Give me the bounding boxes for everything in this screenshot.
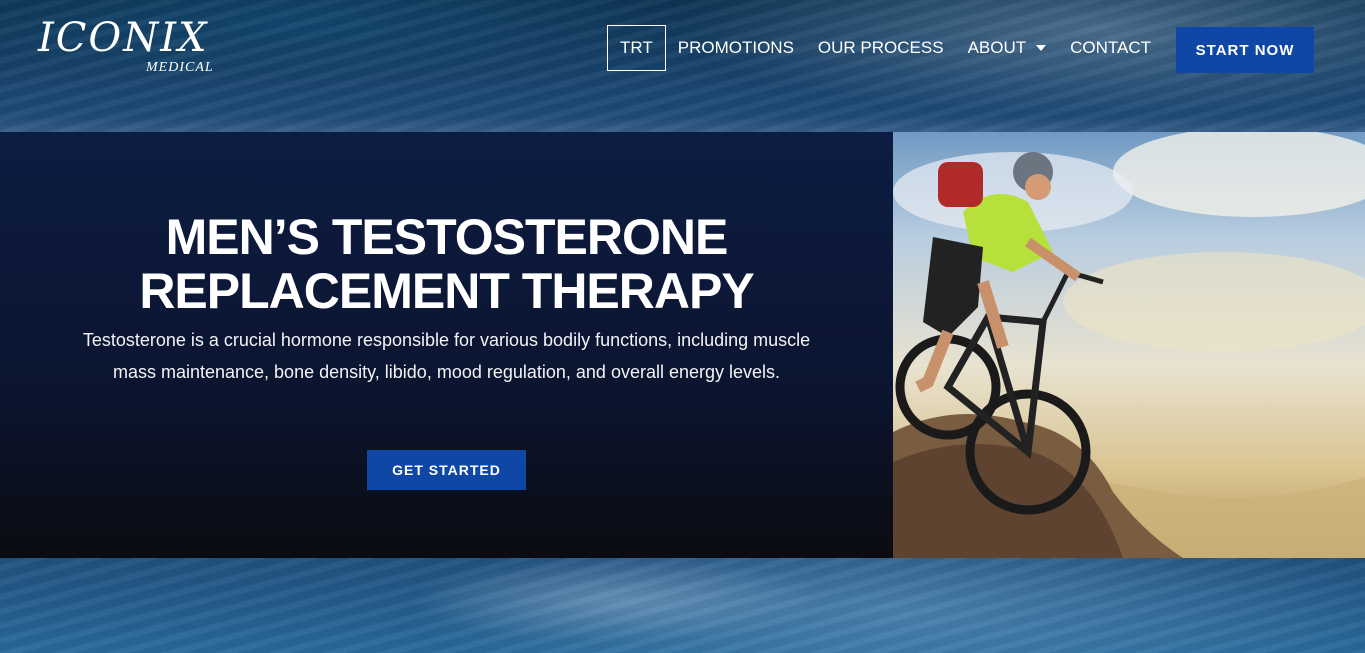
chevron-down-icon[interactable] — [1036, 45, 1047, 51]
logo[interactable]: ICONIX MEDICAL — [38, 15, 213, 75]
main-nav: TRT PROMOTIONS OUR PROCESS ABOUT CONTACT — [607, 25, 1163, 71]
hero-description: Testosterone is a crucial hormone respon… — [82, 330, 811, 382]
cyclist-photo — [893, 132, 1365, 558]
nav-item-contact[interactable]: CONTACT — [1058, 25, 1163, 71]
nav-item-about[interactable]: ABOUT — [956, 25, 1059, 71]
nav-item-our-process[interactable]: OUR PROCESS — [806, 25, 956, 71]
logo-subtext: MEDICAL — [146, 60, 214, 75]
hero-title-line1: MEN’S TESTOSTERONE — [165, 209, 729, 265]
nav-item-trt[interactable]: TRT — [607, 25, 666, 71]
hero-title-line2: REPLACEMENT THERAPY — [139, 263, 754, 319]
nav-item-promotions[interactable]: PROMOTIONS — [666, 25, 806, 71]
nav-item-about-label: ABOUT — [967, 38, 1027, 57]
hero-panel: MEN’S TESTOSTERONE REPLACEMENT THERAPY T… — [0, 132, 893, 558]
cyclist-illustration — [893, 132, 1365, 558]
start-now-button[interactable]: START NOW — [1176, 27, 1314, 73]
hero-title: MEN’S TESTOSTERONE REPLACEMENT THERAPY — [40, 210, 853, 318]
logo-text: ICONIX — [38, 15, 209, 61]
site-header: ICONIX MEDICAL TRT PROMOTIONS OUR PROCES… — [0, 0, 1365, 132]
get-started-button[interactable]: GET STARTED — [367, 450, 526, 490]
